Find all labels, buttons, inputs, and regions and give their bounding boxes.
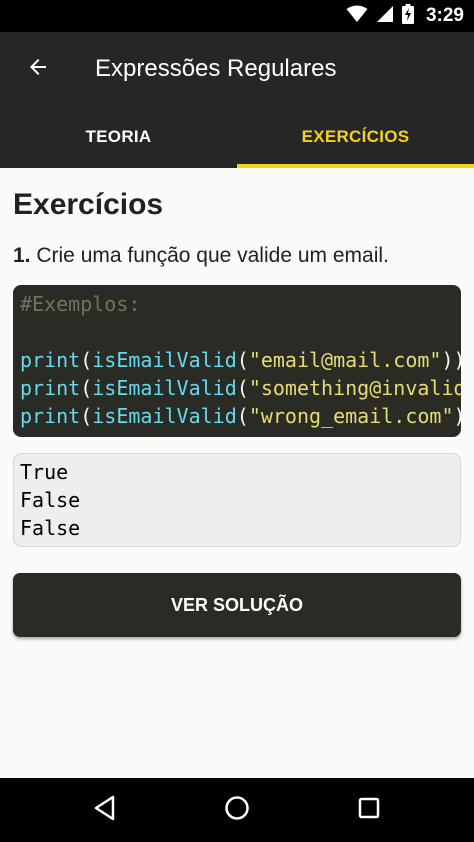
tab-bar: TEORIA EXERCÍCIOS: [0, 106, 474, 168]
cell-signal-icon: [376, 5, 394, 28]
status-icons: 3:29: [346, 0, 464, 32]
output-line: False: [20, 516, 81, 540]
code-paren: (: [236, 404, 249, 428]
battery-charging-icon: [401, 3, 414, 29]
status-time: 3:29: [425, 5, 464, 26]
code-comment: #Exemplos:: [20, 292, 141, 316]
app-bar: Expressões Regulares: [0, 32, 474, 106]
status-bar: 3:29: [0, 0, 474, 32]
recents-square-icon: [357, 796, 381, 825]
code-function-call: isEmailValid: [92, 376, 237, 400]
code-paren: )): [441, 348, 461, 372]
output-line: False: [20, 488, 81, 512]
question: 1. Crie uma função que valide um email.: [13, 244, 389, 268]
page-heading: Exercícios: [13, 188, 164, 221]
output-block: True False False: [13, 453, 461, 547]
back-triangle-icon: [93, 795, 117, 826]
arrow-back-icon: [26, 55, 50, 84]
code-paren: )): [454, 404, 461, 428]
code-function: print: [20, 348, 81, 372]
code-block[interactable]: #Exemplos: print(isEmailValid("email@mai…: [13, 285, 461, 437]
back-button[interactable]: [14, 45, 62, 93]
code-paren: (: [236, 348, 249, 372]
code-paren: (: [80, 404, 93, 428]
wifi-icon: [346, 5, 368, 28]
navigation-bar: [0, 778, 474, 842]
code-line: print(isEmailValid("email@mail.com")): [20, 348, 461, 372]
tab-exercicios[interactable]: EXERCÍCIOS: [237, 106, 474, 168]
code-string: "email@mail.com": [248, 348, 442, 372]
home-circle-icon: [224, 795, 250, 826]
code-string: "wrong_email.com": [248, 404, 454, 428]
code-line: print(isEmailValid("something@invalid")): [20, 376, 461, 400]
app-title: Expressões Regulares: [95, 55, 337, 82]
tab-teoria[interactable]: TEORIA: [0, 106, 237, 168]
nav-recents-button[interactable]: [345, 786, 393, 834]
code-paren: (: [80, 376, 93, 400]
question-number: 1.: [13, 244, 31, 267]
nav-back-button[interactable]: [81, 786, 129, 834]
code-function: print: [20, 404, 81, 428]
code-function-call: isEmailValid: [92, 404, 237, 428]
question-text: Crie uma função que valide um email.: [30, 244, 389, 267]
nav-home-button[interactable]: [213, 786, 261, 834]
output-line: True: [20, 460, 69, 484]
show-solution-button[interactable]: VER SOLUÇÃO: [13, 573, 461, 637]
code-function-call: isEmailValid: [92, 348, 237, 372]
code-paren: (: [236, 376, 249, 400]
code-function: print: [20, 376, 81, 400]
code-paren: (: [80, 348, 93, 372]
code-line: print(isEmailValid("wrong_email.com")): [20, 404, 461, 428]
code-string: "something@invalid": [248, 376, 461, 400]
